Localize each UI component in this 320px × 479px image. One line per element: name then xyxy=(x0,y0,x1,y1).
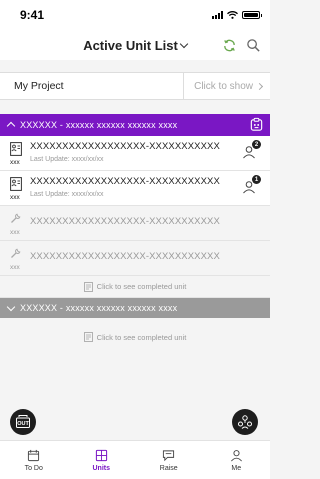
wrench-icon xyxy=(11,213,21,223)
search-button[interactable] xyxy=(244,36,262,54)
assignee-button[interactable]: 1 xyxy=(242,175,261,196)
assignee-count-badge: 1 xyxy=(252,175,261,184)
chevron-right-icon xyxy=(255,82,264,90)
tab-units[interactable]: Units xyxy=(68,441,136,479)
completed-unit-icon xyxy=(83,281,93,292)
status-icons xyxy=(212,11,262,19)
tab-label: Me xyxy=(231,464,242,472)
status-bar: 9:41 xyxy=(0,0,270,30)
sync-button[interactable] xyxy=(220,36,238,54)
clipboard-robot-icon xyxy=(250,117,263,131)
tab-me[interactable]: Me xyxy=(203,441,271,479)
unit-row[interactable]: xxx XXXXXXXXXXXXXXXXXX-XXXXXXXXXXX xyxy=(0,241,270,276)
last-update: Last Update: xxxx/xx/xx xyxy=(30,156,104,163)
chevron-down-icon xyxy=(6,302,16,311)
unit-row[interactable]: xxx XXXXXXXXXXXXXXXXXX-XXXXXXXXXXX Last … xyxy=(0,136,270,171)
unit-row[interactable]: xxx XXXXXXXXXXXXXXXXXX-XXXXXXXXXXX Last … xyxy=(0,171,270,206)
group-title: XXXXXX - xxxxxx xxxxxx xxxxxx xxxx xyxy=(20,303,178,313)
tab-label: To Do xyxy=(24,464,43,472)
app-header: Active Unit List xyxy=(0,30,270,60)
project-selector[interactable]: My Project Click to show xyxy=(0,72,270,100)
status-time: 9:41 xyxy=(20,8,45,22)
tab-label: Raise xyxy=(159,464,178,472)
chevron-up-icon xyxy=(6,121,16,131)
wifi-icon xyxy=(227,11,238,19)
assignee-count-badge: 2 xyxy=(252,140,261,149)
page-title: Active Unit List xyxy=(83,37,178,53)
unit-row[interactable]: xxx XXXXXXXXXXXXXXXXXX-XXXXXXXXXXX xyxy=(0,206,270,241)
battery-icon xyxy=(242,11,262,19)
unit-code: xxx xyxy=(10,194,20,201)
cellular-signal-icon xyxy=(212,11,223,19)
unit-name: XXXXXXXXXXXXXXXXXX-XXXXXXXXXXX xyxy=(30,216,220,227)
see-completed-units-link[interactable]: Click to see completed unit xyxy=(0,276,270,298)
search-icon xyxy=(246,38,260,52)
sync-icon xyxy=(223,39,235,51)
see-completed-label: Click to see completed unit xyxy=(96,282,187,291)
unit-code: xxx xyxy=(10,159,20,166)
checkout-label: OUT xyxy=(17,421,29,427)
project-name: My Project xyxy=(14,80,64,92)
group-header-collapsed[interactable]: XXXXXX - xxxxxx xxxxxx xxxxxx xxxx xyxy=(0,298,270,318)
see-completed-units-link[interactable]: Click to see completed unit xyxy=(0,326,270,348)
unit-card-icon xyxy=(10,177,22,191)
units-icon xyxy=(95,449,107,461)
wrench-icon xyxy=(11,248,21,258)
unit-list-selector[interactable]: Active Unit List xyxy=(83,37,189,53)
tab-raise[interactable]: Raise xyxy=(135,441,203,479)
checkout-button[interactable]: OUT xyxy=(10,409,36,435)
completed-unit-icon xyxy=(83,332,93,342)
show-project-button[interactable]: Click to show xyxy=(183,73,270,99)
todo-icon xyxy=(28,449,40,461)
group-header-expanded[interactable]: XXXXXX - xxxxxx xxxxxx xxxxxx xxxx xyxy=(0,114,270,136)
assignee-button[interactable]: 2 xyxy=(242,140,261,161)
unit-card-icon xyxy=(10,142,22,156)
person-icon xyxy=(230,449,242,461)
bottom-tab-bar: To Do Units Raise Me xyxy=(0,440,270,479)
group-action-button[interactable] xyxy=(249,117,264,137)
checkout-icon: OUT xyxy=(16,415,30,428)
unit-code: xxx xyxy=(10,264,20,271)
tab-todo[interactable]: To Do xyxy=(0,441,68,479)
tab-label: Units xyxy=(92,464,111,472)
raise-icon xyxy=(163,449,175,461)
show-project-label: Click to show xyxy=(194,80,253,92)
unit-code: xxx xyxy=(10,229,20,236)
unit-name: XXXXXXXXXXXXXXXXXX-XXXXXXXXXXX xyxy=(30,176,220,187)
team-icon xyxy=(238,415,252,429)
team-button[interactable] xyxy=(232,409,258,435)
unit-name: XXXXXXXXXXXXXXXXXX-XXXXXXXXXXX xyxy=(30,251,220,262)
unit-name: XXXXXXXXXXXXXXXXXX-XXXXXXXXXXX xyxy=(30,141,220,152)
group-title: XXXXXX - xxxxxx xxxxxx xxxxxx xxxx xyxy=(20,120,178,130)
last-update: Last Update: xxxx/xx/xx xyxy=(30,191,104,198)
chevron-down-icon xyxy=(179,39,189,48)
see-completed-label: Click to see completed unit xyxy=(96,332,187,342)
